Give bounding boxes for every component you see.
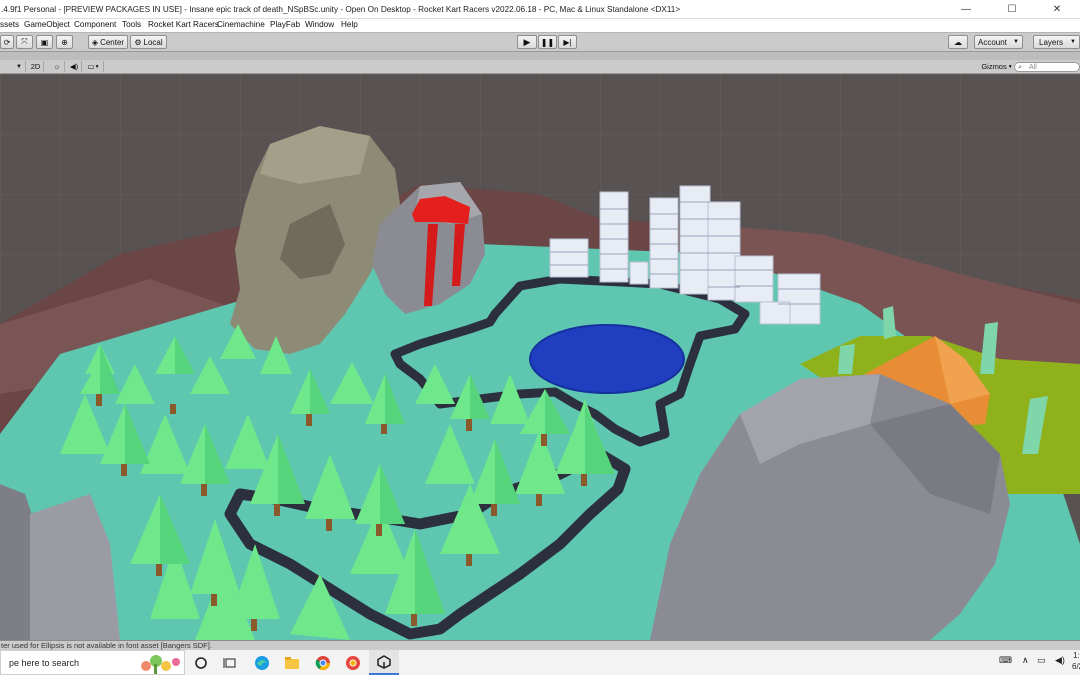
audio-icon[interactable]: ◀) [67,61,82,72]
cloud-button[interactable]: ☁ [948,35,968,49]
minimize-button[interactable]: — [943,0,989,19]
edge-icon[interactable] [247,650,277,675]
scene-view-toolbar: ▼ 2D ☼ ◀) ▭ ▼ Gizmos ▼ ⌕ All [0,60,1080,74]
scene-search-input[interactable]: ⌕ All [1014,62,1080,72]
keyboard-icon[interactable]: ⌨ [999,655,1012,666]
window-titlebar: .4.9f1 Personal - [PREVIEW PACKAGES IN U… [0,0,1080,19]
transform-tool-icon[interactable]: ⊕ [56,35,73,49]
unity-icon[interactable] [369,650,399,675]
chevron-down-icon: ▼ [1070,39,1076,45]
shading-mode-dropdown[interactable]: ▼ [0,61,26,72]
2d-toggle[interactable]: 2D [28,61,44,72]
maximize-button[interactable]: ☐ [989,0,1035,19]
taskbar-search-placeholder: pe here to search [9,658,80,668]
cortana-icon[interactable] [186,650,216,675]
windows-taskbar: pe here to search ⌨ ∧ ▭ ◀) 1: 6/2 [0,650,1080,675]
gizmos-label: Gizmos [981,62,1007,71]
clock-date[interactable]: 6/2 [1072,662,1080,671]
account-dropdown[interactable]: Account ▼ [974,35,1023,49]
menu-tools[interactable]: Tools [122,20,141,29]
file-explorer-icon[interactable] [277,650,307,675]
layers-label: Layers [1039,37,1064,47]
pause-button[interactable]: ❚❚ [538,35,557,49]
chrome-canary-icon[interactable] [338,650,368,675]
scene-tab-strip [0,52,1080,60]
step-icon: ▶| [563,37,572,47]
effects-icon[interactable]: ▭ ▼ [84,61,104,72]
pivot-icon: ◈ [91,37,99,47]
menu-cinemachine[interactable]: Cinemachine [217,20,265,29]
window-title: .4.9f1 Personal - [PREVIEW PACKAGES IN U… [1,5,681,14]
chrome-icon[interactable] [308,650,338,675]
chevron-down-icon: ▼ [16,63,22,70]
menu-playfab[interactable]: PlayFab [270,20,300,29]
space-local-button[interactable]: ⚙ Local [130,35,167,49]
scene-render[interactable] [0,74,1080,640]
menu-gameobject[interactable]: GameObject [24,20,70,29]
menu-rocket-kart-racers[interactable]: Rocket Kart Racers [148,20,219,29]
pivot-center-button[interactable]: ◈ Center [88,35,128,49]
layers-dropdown[interactable]: Layers ▼ [1033,35,1080,49]
gizmos-dropdown[interactable]: Gizmos ▼ [981,61,1013,72]
menu-component[interactable]: Component [74,20,116,29]
chevron-up-icon[interactable]: ∧ [1022,655,1029,666]
console-message: ter used for Ellipsis is not available i… [1,641,212,650]
play-button[interactable]: ▶ [517,35,537,49]
menu-help[interactable]: Help [341,20,358,29]
lighting-icon[interactable]: ☼ [50,61,65,72]
search-highlight-illustration-icon [141,655,180,674]
space-label: Local [143,37,163,47]
rect-tool-icon[interactable]: ▣ [36,35,53,49]
console-status-bar[interactable]: ter used for Ellipsis is not available i… [0,640,1080,650]
local-icon: ⚙ [134,37,142,47]
main-toolbar: ⟳ ⤧ ▣ ⊕ ◈ Center ⚙ Local ▶ ❚❚ ▶| ☁ Accou… [0,32,1080,52]
scale-tool-icon[interactable]: ⤧ [16,35,33,49]
play-icon: ▶ [523,36,531,47]
lake [529,324,685,394]
taskbar-search-input[interactable]: pe here to search [0,650,185,675]
chevron-down-icon: ▼ [1007,63,1013,70]
pivot-label: Center [100,37,125,47]
cloud-icon: ☁ [954,37,962,47]
chevron-down-icon: ▼ [1013,39,1019,45]
rotate-tool-icon[interactable]: ⟳ [0,35,14,49]
scene-viewport[interactable] [0,74,1080,640]
account-label: Account [978,37,1007,47]
pause-icon: ❚❚ [540,37,555,47]
volume-icon[interactable]: ◀) [1055,655,1065,666]
task-view-icon[interactable] [215,650,245,675]
network-icon[interactable]: ▭ [1037,655,1046,666]
search-icon: ⌕ [1018,64,1022,71]
close-button[interactable]: ✕ [1034,0,1080,19]
clock-time[interactable]: 1: [1073,651,1080,660]
menu-window[interactable]: Window [305,20,334,29]
menu-assets[interactable]: ssets [0,20,19,29]
search-placeholder: All [1029,64,1037,71]
step-button[interactable]: ▶| [558,35,577,49]
menu-bar: ssets GameObject Component Tools Rocket … [0,19,1080,32]
